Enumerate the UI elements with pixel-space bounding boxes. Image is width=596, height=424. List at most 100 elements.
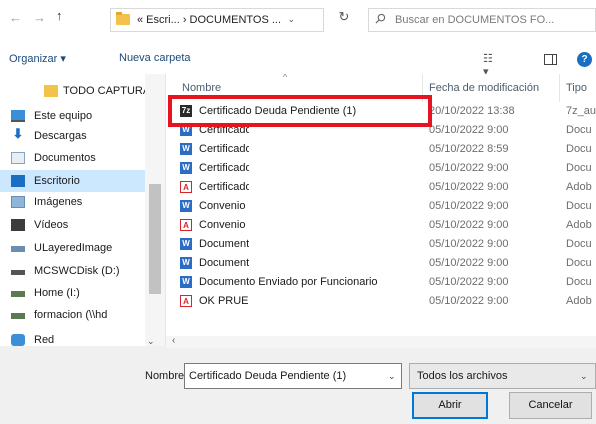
nav-item[interactable]: Red	[0, 329, 145, 346]
pdf-icon: A	[180, 295, 192, 307]
word-document-icon: W	[180, 238, 192, 250]
nav-item[interactable]: MCSWCDisk (D:)	[0, 260, 145, 282]
nav-item[interactable]: Home (I:)	[0, 282, 145, 304]
file-row[interactable]: W Documenta 05/10/2022 9:00 Docu	[166, 236, 596, 252]
file-type: 7z_au	[566, 105, 596, 117]
column-header-type[interactable]: Tipo	[566, 82, 587, 94]
file-name: Certificado	[199, 143, 249, 155]
refresh-icon[interactable]: ↻	[332, 9, 356, 31]
file-date: 05/10/2022 9:00	[429, 200, 509, 212]
word-document-icon: W	[180, 162, 192, 174]
file-name: Documento	[199, 257, 249, 269]
organize-button[interactable]: Organizar ▾	[9, 52, 66, 65]
open-button[interactable]: Abrir	[412, 392, 488, 419]
horizontal-scrollbar[interactable]: ‹	[166, 335, 596, 348]
scroll-left-icon[interactable]: ‹	[172, 335, 175, 346]
nav-item[interactable]: Este equipo	[0, 105, 145, 127]
help-icon[interactable]: ?	[577, 52, 592, 67]
highlight-annotation	[168, 95, 432, 127]
scroll-thumb[interactable]	[149, 184, 161, 294]
network-drive-icon	[11, 313, 25, 319]
word-document-icon: W	[180, 276, 192, 288]
file-date: 05/10/2022 9:00	[429, 257, 509, 269]
path-text: « Escri... › DOCUMENTOS ...	[137, 14, 282, 26]
folder-icon	[116, 12, 130, 25]
back-arrow-icon[interactable]: ←	[9, 10, 22, 25]
column-divider[interactable]	[559, 74, 560, 102]
chevron-down-icon[interactable]: ⌄	[287, 14, 295, 25]
download-icon: ⬇	[12, 126, 24, 141]
word-document-icon: W	[180, 200, 192, 212]
up-arrow-icon[interactable]: ↑	[56, 8, 63, 23]
file-name-label: Nombre:	[145, 370, 188, 382]
chevron-down-icon[interactable]: ⌄	[147, 336, 155, 347]
nav-scrollbar[interactable]	[145, 74, 165, 346]
file-row[interactable]: A Certificado 05/10/2022 9:00 Adob	[166, 179, 596, 195]
nav-item-label: Documentos	[34, 152, 96, 164]
file-date: 05/10/2022 9:00	[429, 219, 509, 231]
nav-item[interactable]: Imágenes	[0, 191, 145, 213]
file-type-select[interactable]: Todos los archivos ⌄	[409, 363, 596, 389]
nav-item-label: Red	[34, 334, 55, 346]
forward-arrow-icon[interactable]: →	[33, 10, 46, 25]
search-input[interactable]: Buscar en DOCUMENTOS FO...	[368, 8, 596, 32]
nav-item-label: formacion (\\hd	[34, 309, 108, 321]
column-header-name[interactable]: Nombre	[182, 82, 221, 94]
nav-item[interactable]: Documentos	[0, 147, 145, 169]
file-name-value: Certificado Deuda Pendiente (1)	[189, 370, 347, 382]
file-date: 20/10/2022 13:38	[429, 105, 515, 117]
images-icon	[11, 196, 25, 208]
file-date: 05/10/2022 9:00	[429, 181, 509, 193]
file-row[interactable]: A Convenio R 05/10/2022 9:00 Adob	[166, 217, 596, 233]
path-breadcrumb[interactable]: « Escri... › DOCUMENTOS ... ⌄	[110, 8, 324, 32]
videos-icon	[11, 219, 25, 231]
file-row[interactable]: A OK PRUEBA 05/10/2022 9:00 Adob	[166, 293, 596, 309]
file-date: 05/10/2022 8:59	[429, 143, 509, 155]
nav-item-label: Escritorio	[34, 175, 80, 187]
navigation-pane: TODO CAPTURA ^ Este equipo ⬇ Descargas Docum…	[0, 74, 166, 346]
file-name: Documento Enviado por Funcionario	[199, 276, 378, 288]
file-date: 05/10/2022 9:00	[429, 295, 509, 307]
disk-icon	[11, 270, 25, 275]
cancel-button[interactable]: Cancelar	[509, 392, 592, 419]
column-header-date[interactable]: Fecha de modificación	[429, 82, 539, 94]
nav-item[interactable]: ⬇ Descargas	[0, 125, 145, 147]
nav-item[interactable]: formacion (\\hd	[0, 304, 145, 326]
preview-pane-icon[interactable]	[544, 54, 557, 65]
nav-item-label: MCSWCDisk (D:)	[34, 265, 120, 277]
pdf-icon: A	[180, 219, 192, 231]
file-name-field[interactable]: Certificado Deuda Pendiente (1) ⌄	[184, 363, 402, 389]
nav-item[interactable]: TODO CAPTURA ^	[0, 80, 158, 102]
chevron-down-icon[interactable]: ⌄	[388, 371, 396, 382]
file-date: 05/10/2022 9:00	[429, 162, 509, 174]
search-icon	[375, 13, 386, 24]
nav-item-label: Vídeos	[34, 219, 69, 231]
view-options-icon[interactable]: ☷ ▾	[483, 52, 501, 78]
network-icon	[11, 334, 25, 346]
sort-up-icon: ^	[283, 74, 288, 82]
word-document-icon: W	[180, 257, 192, 269]
file-name: Convenio R	[199, 200, 249, 212]
nav-item[interactable]: ULayeredImage	[0, 237, 145, 259]
nav-item[interactable]: Vídeos	[0, 214, 145, 236]
file-type: Adob	[566, 219, 592, 231]
file-type: Docu	[566, 143, 592, 155]
file-type: Docu	[566, 200, 592, 212]
file-date: 05/10/2022 9:00	[429, 276, 509, 288]
search-placeholder: Buscar en DOCUMENTOS FO...	[395, 14, 555, 26]
file-row[interactable]: W Convenio R 05/10/2022 9:00 Docu	[166, 198, 596, 214]
command-bar: Organizar ▾ Nueva carpeta ☷ ▾ ?	[0, 44, 596, 78]
file-type: Docu	[566, 257, 592, 269]
file-date: 05/10/2022 9:00	[429, 238, 509, 250]
file-row[interactable]: W Certificado 05/10/2022 8:59 Docu	[166, 141, 596, 157]
word-document-icon: W	[180, 143, 192, 155]
file-row[interactable]: W Certificado 05/10/2022 9:00 Docu	[166, 160, 596, 176]
file-row[interactable]: W Documento 05/10/2022 9:00 Docu	[166, 255, 596, 271]
nav-item[interactable]: Escritorio	[0, 170, 145, 192]
chevron-down-icon: ⌄	[580, 371, 588, 381]
folder-icon	[44, 85, 58, 97]
file-row[interactable]: W Documento Enviado por Funcionario 05/10/…	[166, 274, 596, 290]
file-type: Adob	[566, 295, 592, 307]
file-name: Certificado	[199, 162, 249, 174]
new-folder-button[interactable]: Nueva carpeta	[119, 52, 191, 64]
